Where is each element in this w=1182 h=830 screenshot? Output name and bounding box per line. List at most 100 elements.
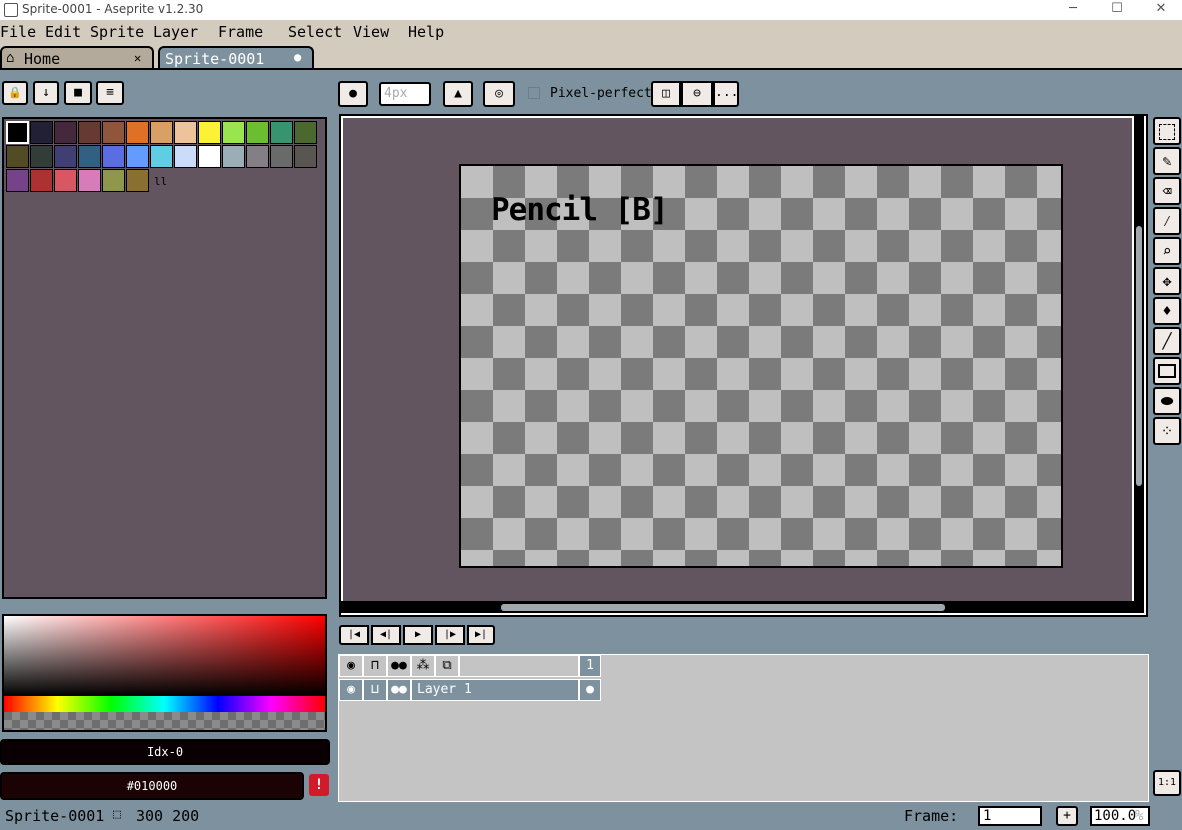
symmetry-vertical-button[interactable]: ◫ <box>651 81 681 107</box>
palette-options-button[interactable]: ≡ <box>96 81 124 105</box>
frame-number-field[interactable]: 1 <box>978 806 1042 826</box>
brush-size-field[interactable]: 4px <box>379 82 431 106</box>
symmetry-horizontal-button[interactable]: ⊖ <box>681 81 713 107</box>
palette-swatch[interactable] <box>222 145 245 168</box>
palette-swatch[interactable] <box>174 121 197 144</box>
palette-swatch[interactable] <box>102 169 125 192</box>
first-frame-button[interactable]: |◀ <box>339 625 369 645</box>
move-tool[interactable]: ✥ <box>1153 267 1181 295</box>
visibility-header[interactable]: ◉ <box>339 655 363 677</box>
horizontal-scrollbar-thumb[interactable] <box>501 604 945 611</box>
minimize-button[interactable]: ─ <box>1050 0 1096 20</box>
menu-sprite[interactable]: Sprite <box>90 23 144 41</box>
warning-button[interactable]: ! <box>309 774 329 796</box>
hue-slider[interactable] <box>4 696 325 712</box>
eraser-tool[interactable]: ⌫ <box>1153 177 1181 205</box>
pencil-tool[interactable]: ✎ <box>1153 147 1181 175</box>
foreground-hex-field[interactable]: #010000 <box>0 772 304 800</box>
palette-swatch[interactable] <box>6 121 29 144</box>
unsaved-dot-icon[interactable]: ● <box>294 50 301 64</box>
palette-swatch[interactable] <box>126 121 149 144</box>
continuous-header[interactable]: ●● <box>387 655 411 677</box>
cel-frame-1[interactable]: ● <box>579 679 601 701</box>
rectangle-tool[interactable] <box>1153 357 1181 385</box>
layer-visibility-toggle[interactable]: ◉ <box>339 679 363 701</box>
rectangular-marquee-tool[interactable] <box>1153 117 1181 145</box>
palette-swatch[interactable] <box>30 121 53 144</box>
palette-swatch[interactable] <box>54 121 77 144</box>
menu-view[interactable]: View <box>353 23 389 41</box>
palette-swatch[interactable] <box>30 169 53 192</box>
eyedropper-tool[interactable]: ⁄ <box>1153 207 1181 235</box>
frame-1-header[interactable]: 1 <box>579 655 601 677</box>
palette-swatch[interactable] <box>78 145 101 168</box>
pixel-perfect-checkbox[interactable] <box>528 87 540 99</box>
palette-swatch[interactable] <box>270 121 293 144</box>
layer-continuous-toggle[interactable]: ●● <box>387 679 411 701</box>
onion-skin-header[interactable]: ⧉ <box>435 655 459 677</box>
contour-tool[interactable]: ⬬ <box>1153 387 1181 415</box>
zoom-tool[interactable]: ⌕ <box>1153 237 1181 265</box>
menu-frame[interactable]: Frame <box>218 23 263 41</box>
last-frame-button[interactable]: ▶| <box>467 625 495 645</box>
menu-layer[interactable]: Layer <box>153 23 198 41</box>
previous-frame-button[interactable]: ◀| <box>371 625 401 645</box>
palette-swatch[interactable] <box>198 121 221 144</box>
menu-select[interactable]: Select <box>288 23 342 41</box>
line-tool[interactable]: ╱ <box>1153 327 1181 355</box>
menu-file[interactable]: File <box>0 23 36 41</box>
alpha-slider[interactable] <box>4 712 325 730</box>
new-frame-button[interactable]: + <box>1056 806 1078 826</box>
palette-swatch[interactable] <box>294 121 317 144</box>
tab-sprite[interactable]: Sprite-0001 ● <box>158 46 314 70</box>
close-button[interactable]: ✕ <box>1138 0 1182 20</box>
palette-swatch[interactable] <box>174 145 197 168</box>
maximize-button[interactable]: ☐ <box>1094 0 1140 20</box>
vertical-scrollbar-thumb[interactable] <box>1136 226 1142 486</box>
layer-group-header[interactable]: ⁂ <box>411 655 435 677</box>
menu-help[interactable]: Help <box>408 23 444 41</box>
palette-swatch[interactable] <box>102 145 125 168</box>
palette-swatch[interactable] <box>198 145 221 168</box>
layer-lock-toggle[interactable]: ⊔ <box>363 679 387 701</box>
palette-swatch[interactable] <box>78 169 101 192</box>
palette-swatch[interactable] <box>78 121 101 144</box>
zoom-field[interactable]: 100.0 % <box>1090 806 1150 826</box>
palette-swatch[interactable] <box>54 169 77 192</box>
palette-swatch[interactable] <box>270 145 293 168</box>
paint-bucket-tool[interactable]: ♦ <box>1153 297 1181 325</box>
pattern-button[interactable]: ◎ <box>483 81 515 107</box>
palette-swatch[interactable] <box>54 145 77 168</box>
palette-swatch[interactable] <box>126 169 149 192</box>
presets-button[interactable]: ■ <box>64 81 92 105</box>
saturation-value-field[interactable] <box>4 616 325 696</box>
tab-close-icon[interactable]: ✕ <box>134 51 141 65</box>
palette-swatch[interactable] <box>6 169 29 192</box>
palette-swatch[interactable] <box>246 145 269 168</box>
palette-swatch[interactable] <box>222 121 245 144</box>
palette-swatch[interactable] <box>102 121 125 144</box>
ink-button[interactable]: ▲ <box>443 81 473 107</box>
palette-swatch[interactable] <box>294 145 317 168</box>
palette-swatch[interactable] <box>150 145 173 168</box>
more-options-button[interactable]: ... <box>713 81 739 107</box>
spray-tool[interactable]: ⁘ <box>1153 417 1181 445</box>
zoom-1-1-button[interactable]: 1:1 <box>1153 770 1181 796</box>
foreground-index-field[interactable]: Idx-0 <box>0 739 330 765</box>
palette-swatch[interactable] <box>150 121 173 144</box>
lock-palette-button[interactable]: 🔒 <box>2 81 28 105</box>
palette-swatch[interactable] <box>246 121 269 144</box>
layer-row[interactable]: Layer 1 <box>411 679 579 701</box>
tab-home[interactable]: ⌂ Home ✕ <box>0 46 154 70</box>
palette-swatch[interactable] <box>30 145 53 168</box>
color-spectrum[interactable] <box>2 614 327 732</box>
sort-palette-button[interactable]: ↓ <box>33 81 59 105</box>
palette-resize-handle[interactable]: ll <box>154 175 167 188</box>
menu-edit[interactable]: Edit <box>45 23 81 41</box>
brush-type-button[interactable]: ● <box>338 81 368 107</box>
play-button[interactable]: ▶ <box>403 625 433 645</box>
lock-header[interactable]: ⊓ <box>363 655 387 677</box>
next-frame-button[interactable]: |▶ <box>435 625 465 645</box>
palette-swatch[interactable] <box>126 145 149 168</box>
palette-swatch[interactable] <box>6 145 29 168</box>
